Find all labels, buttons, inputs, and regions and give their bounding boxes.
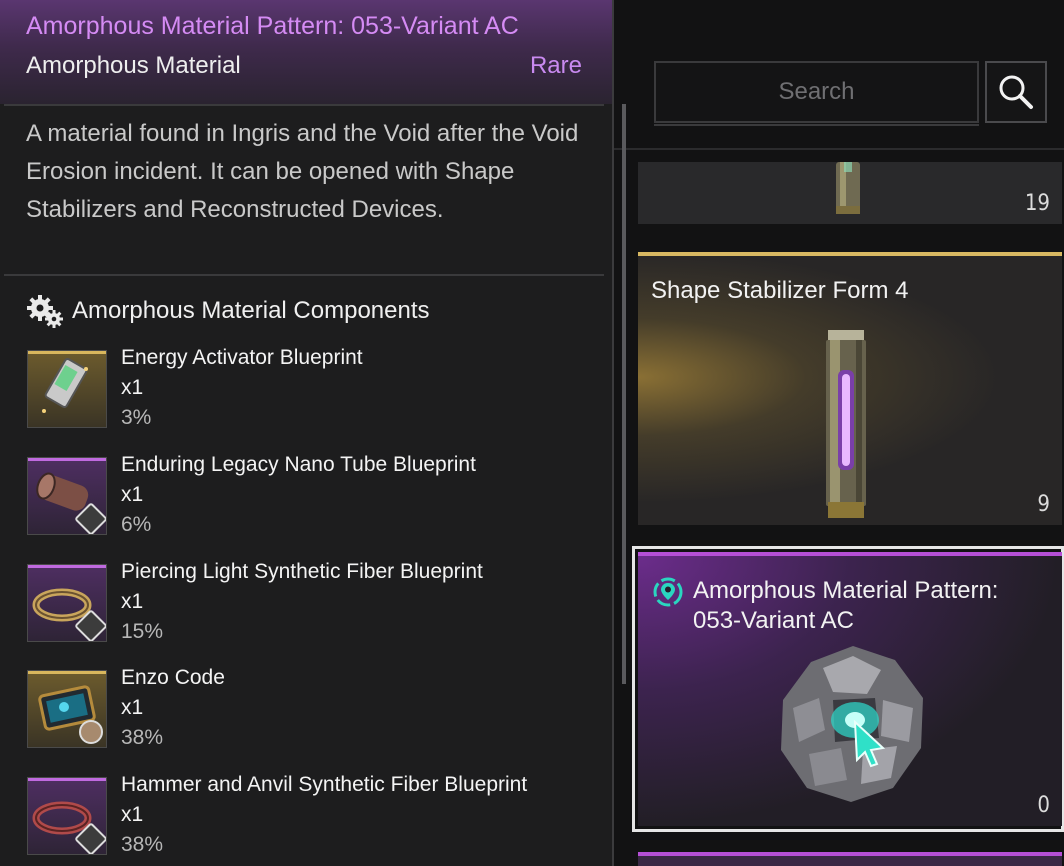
inventory-pane: Search 19 Shape Stabilizer Form 4 9 Amor… (614, 0, 1064, 866)
item-category: Amorphous Material (26, 52, 241, 79)
divider (4, 274, 604, 276)
components-heading-label: Amorphous Material Components (72, 297, 430, 324)
divider (4, 104, 604, 106)
search-button[interactable] (985, 61, 1047, 123)
component-name: Piercing Light Synthetic Fiber Blueprint (121, 560, 483, 583)
search-icon (999, 75, 1033, 109)
item-count: 0 (1037, 793, 1050, 818)
item-rarity: Rare (529, 52, 582, 79)
item-name: Amorphous Material Pattern: 053-Variant … (693, 577, 999, 634)
nano-tube-icon (27, 457, 107, 535)
gears-icon (27, 295, 63, 328)
component-row[interactable]: Energy Activator Blueprint x1 3% (27, 346, 587, 450)
character-badge-icon (79, 720, 103, 744)
inventory-item[interactable]: Shape Stabilizer Form 4 9 (638, 252, 1062, 525)
inventory-item-selected[interactable]: Amorphous Material Pattern: 053-Variant … (638, 552, 1062, 826)
component-chance: 38% (121, 833, 164, 856)
tooltip-header: Amorphous Material Pattern: 053-Variant … (0, 0, 612, 104)
item-description: A material found in Ingris and the Void … (26, 120, 579, 223)
item-count: 19 (1024, 191, 1050, 216)
component-name: Enzo Code (121, 666, 225, 689)
component-qty: x1 (121, 376, 144, 399)
code-tablet-icon (27, 670, 107, 748)
item-count: 9 (1037, 492, 1050, 517)
shape-stabilizer-icon (826, 330, 866, 518)
energy-activator-icon (27, 350, 107, 428)
component-row[interactable]: Enzo Code x1 38% (27, 666, 587, 770)
component-chance: 15% (121, 620, 164, 643)
item-name: Shape Stabilizer Form 4 (651, 277, 909, 304)
component-chance: 6% (121, 513, 152, 536)
synthetic-fiber-icon (27, 777, 107, 855)
component-qty: x1 (121, 483, 144, 506)
component-qty: x1 (121, 590, 144, 613)
component-row[interactable]: Enduring Legacy Nano Tube Blueprint x1 6… (27, 453, 587, 557)
component-row[interactable]: Hammer and Anvil Synthetic Fiber Bluepri… (27, 773, 587, 866)
inventory-item[interactable]: 19 (638, 162, 1062, 224)
component-name: Hammer and Anvil Synthetic Fiber Bluepri… (121, 773, 528, 796)
item-title: Amorphous Material Pattern: 053-Variant … (26, 12, 519, 40)
search-placeholder: Search (778, 78, 855, 105)
component-name: Energy Activator Blueprint (121, 346, 363, 369)
component-chance: 38% (121, 726, 164, 749)
component-qty: x1 (121, 696, 144, 719)
list-divider (614, 148, 1064, 150)
components-heading: Amorphous Material Components (26, 294, 430, 328)
component-name: Enduring Legacy Nano Tube Blueprint (121, 453, 476, 476)
tracked-location-icon (653, 577, 683, 607)
inventory-item[interactable] (638, 852, 1062, 866)
amorphous-material-icon (781, 646, 923, 802)
component-qty: x1 (121, 803, 144, 826)
synthetic-fiber-icon (27, 564, 107, 642)
component-chance: 3% (121, 406, 152, 429)
item-tooltip: Amorphous Material Pattern: 053-Variant … (0, 0, 614, 866)
search-input[interactable]: Search (654, 61, 979, 126)
component-row[interactable]: Piercing Light Synthetic Fiber Blueprint… (27, 560, 587, 664)
scrollbar[interactable] (622, 104, 626, 684)
stabilizer-item-icon (836, 162, 860, 214)
